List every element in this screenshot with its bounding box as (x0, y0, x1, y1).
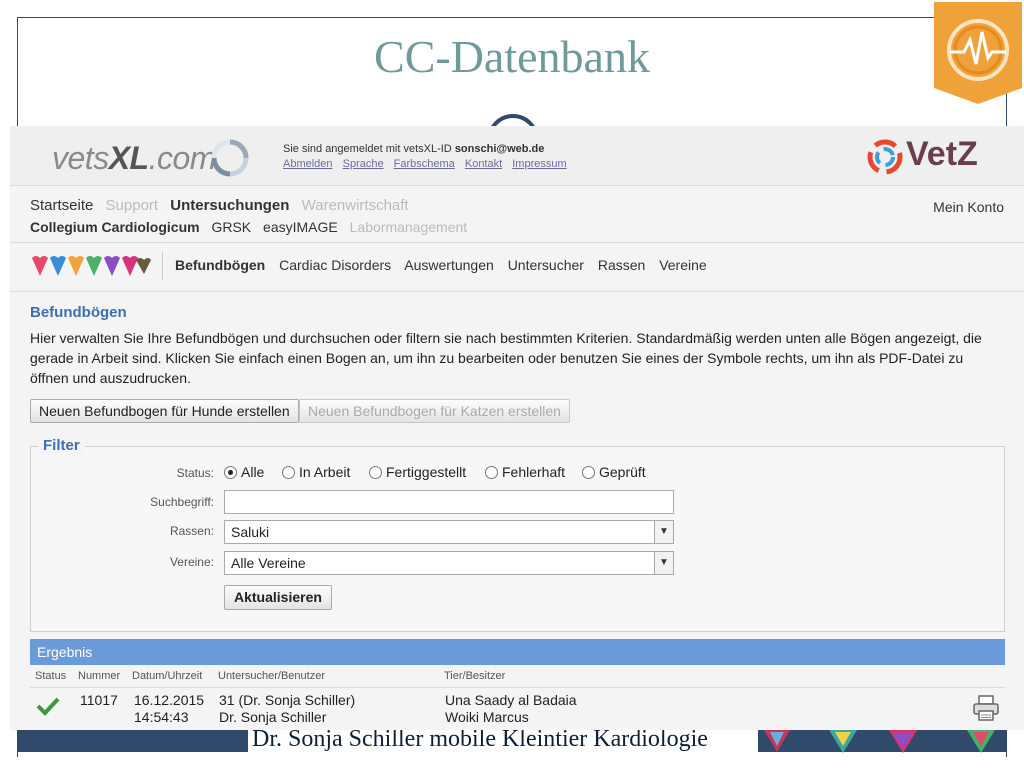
divider (10, 291, 1024, 292)
table-row[interactable]: 11017 16.12.2015 14:54:43 31 (Dr. Sonja S… (30, 692, 1005, 728)
radio-dot[interactable] (485, 466, 498, 479)
results-column-headers: Status Nummer Datum/Uhrzeit Untersucher/… (30, 670, 1005, 688)
nav-warenwirtschaft[interactable]: Warenwirtschaft (302, 197, 409, 214)
radio-dot[interactable] (582, 466, 595, 479)
slide-title: CC-Datenbank (374, 31, 650, 82)
new-cat-report-button[interactable]: Neuen Befundbogen für Katzen erstellen (299, 399, 570, 423)
chevron-down-icon[interactable]: ▼ (654, 521, 673, 543)
nav-labormanagement[interactable]: Labormanagement (350, 219, 468, 235)
tab-vereine[interactable]: Vereine (659, 257, 706, 273)
section-title: Befundbögen (30, 304, 127, 321)
link-impressum[interactable]: Impressum (512, 158, 566, 170)
column-header-nummer[interactable]: Nummer (78, 670, 120, 682)
divider (162, 252, 163, 280)
heart-decoration-icon (829, 730, 857, 753)
heart-decoration-icon (889, 730, 917, 753)
vetz-brand-text: VetZ (906, 135, 978, 173)
filter-legend: Filter (38, 437, 85, 454)
slide-footer-text: Dr. Sonja Schiller mobile Kleintier Kard… (252, 726, 708, 752)
my-account-link[interactable]: Mein Konto (933, 199, 1004, 215)
link-farbschema[interactable]: Farbschema (394, 158, 455, 170)
radio-dot[interactable] (369, 466, 382, 479)
column-header-tier[interactable]: Tier/Besitzer (444, 670, 505, 682)
link-abmelden[interactable]: Abmelden (283, 158, 333, 170)
club-label: Vereine: (169, 555, 214, 569)
tab-untersucher[interactable]: Untersucher (508, 257, 584, 273)
sub-navigation: Collegium Cardiologicum GRSK easyIMAGE L… (30, 219, 475, 235)
nav-support[interactable]: Support (106, 197, 159, 214)
breed-label: Rassen: (169, 524, 214, 538)
radio-status-alle[interactable]: Alle (224, 464, 264, 480)
cell-datum: 16.12.2015 14:54:43 (134, 692, 205, 725)
login-info: Sie sind angemeldet mit vetsXL-ID sonsch… (283, 143, 545, 155)
radio-status-in-arbeit[interactable]: In Arbeit (282, 464, 350, 480)
radio-dot[interactable] (224, 466, 237, 479)
nav-grsk[interactable]: GRSK (211, 219, 251, 235)
tab-befundboegen[interactable]: Befundbögen (175, 257, 265, 273)
chevron-down-icon[interactable]: ▼ (654, 552, 673, 574)
club-select[interactable]: Alle Vereine ▼ (224, 551, 674, 575)
printer-icon[interactable] (972, 694, 1000, 722)
heart-decoration-icon (764, 730, 790, 752)
cell-tier-besitzer: Una Saady al Badaia Woiki Marcus (445, 692, 577, 725)
divider (10, 242, 1024, 243)
heart-decoration-icon (967, 730, 995, 753)
section-description: Hier verwalten Sie Ihre Befundbögen und … (30, 330, 982, 386)
tab-auswertungen[interactable]: Auswertungen (404, 257, 494, 273)
new-dog-report-button[interactable]: Neuen Befundbogen für Hunde erstellen (30, 399, 299, 423)
tab-cardiac-disorders[interactable]: Cardiac Disorders (279, 257, 391, 273)
cell-untersucher: 31 (Dr. Sonja Schiller) Dr. Sonja Schille… (219, 692, 356, 725)
cardio-badge-icon (934, 2, 1022, 104)
column-header-untersucher[interactable]: Untersucher/Benutzer (218, 670, 325, 682)
main-navigation: Startseite Support Untersuchungen Warenw… (30, 197, 417, 214)
nav-untersuchungen[interactable]: Untersuchungen (170, 197, 289, 214)
colorful-hearts-logo-icon (32, 256, 151, 276)
tab-rassen[interactable]: Rassen (598, 257, 645, 273)
search-label: Suchbegriff: (150, 495, 214, 509)
status-label: Status: (176, 466, 214, 480)
radio-status-fertiggestellt[interactable]: Fertiggestellt (369, 464, 466, 480)
header-links: Abmelden Sprache Farbschema Kontakt Impr… (283, 158, 574, 170)
link-kontakt[interactable]: Kontakt (465, 158, 502, 170)
screenshot-panel: vetsXL.com Sie sind angemeldet mit vetsX… (10, 126, 1024, 730)
cell-nummer: 11017 (80, 692, 118, 708)
breed-select[interactable]: Saluki ▼ (224, 520, 674, 544)
results-header: Ergebnis (30, 639, 1005, 665)
radio-status-fehlerhaft[interactable]: Fehlerhaft (485, 464, 565, 480)
update-button[interactable]: Aktualisieren (224, 585, 332, 610)
radio-dot[interactable] (282, 466, 295, 479)
link-sprache[interactable]: Sprache (343, 158, 384, 170)
swirl-logo-icon (211, 139, 249, 177)
nav-easyimage[interactable]: easyIMAGE (263, 219, 338, 235)
column-header-status[interactable]: Status (35, 670, 66, 682)
app-header: vetsXL.com Sie sind angemeldet mit vetsX… (10, 126, 1024, 186)
radio-status-geprueft[interactable]: Geprüft (582, 464, 646, 480)
check-icon (36, 697, 60, 716)
nav-startseite[interactable]: Startseite (30, 197, 93, 214)
search-input[interactable] (224, 490, 674, 514)
nav-collegium-cardiologicum[interactable]: Collegium Cardiologicum (30, 219, 200, 235)
vetsxl-logo[interactable]: vetsXL.com (52, 140, 216, 177)
column-header-datum[interactable]: Datum/Uhrzeit (132, 670, 202, 682)
module-navigation: Befundbögen Cardiac Disorders Auswertung… (175, 257, 717, 273)
